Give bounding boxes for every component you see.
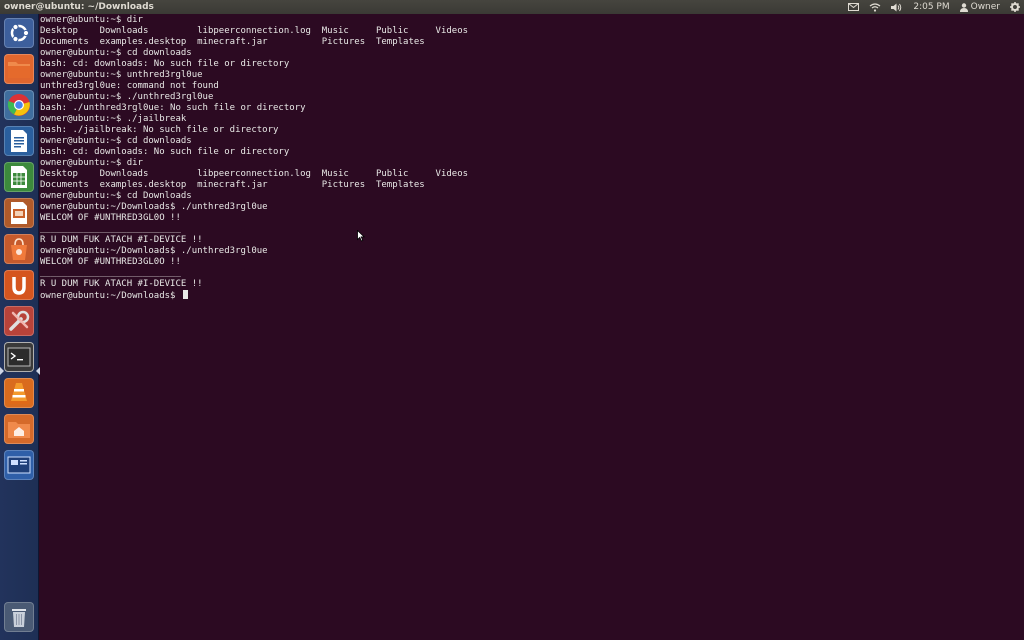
terminal-line: Documents examples.desktop minecraft.jar… — [40, 180, 425, 190]
launcher-terminal[interactable] — [4, 342, 34, 372]
shopping-bag-icon — [11, 238, 27, 260]
launcher-workspace-switcher[interactable] — [4, 450, 34, 480]
terminal-line: __________________________ — [40, 224, 181, 234]
terminal-line: owner@ubuntu:~$ cd downloads — [40, 136, 192, 146]
impress-icon — [11, 202, 27, 224]
launcher-software-center[interactable] — [4, 234, 34, 264]
indicator-area: 2:05 PM Owner — [838, 0, 1020, 14]
mail-icon[interactable] — [848, 0, 860, 14]
home-folder-icon — [8, 422, 30, 438]
terminal-line: Desktop Downloads libpeerconnection.log … — [40, 169, 469, 179]
terminal-line: unthred3rgl0ue: command not found — [40, 81, 219, 91]
ubuntu-logo-icon — [10, 23, 30, 43]
launcher-trash[interactable] — [4, 602, 34, 632]
user-menu[interactable]: Owner — [959, 0, 1000, 14]
folder-icon — [8, 62, 30, 78]
gear-icon[interactable] — [1010, 0, 1020, 14]
launcher-dash-home[interactable] — [4, 18, 34, 48]
wifi-icon[interactable] — [869, 0, 881, 14]
launcher — [0, 14, 40, 640]
text-cursor — [182, 290, 188, 299]
terminal-line: owner@ubuntu:~/Downloads$ ./unthred3rgl0… — [40, 246, 268, 256]
mouse-pointer-icon — [357, 230, 365, 242]
user-name: Owner — [970, 2, 1000, 12]
launcher-libreoffice-impress[interactable] — [4, 198, 34, 228]
terminal-line: WELCOM OF #UNTHRED3GL0O !! — [40, 257, 181, 267]
launcher-system-settings[interactable] — [4, 306, 34, 336]
launcher-chromium[interactable] — [4, 90, 34, 120]
terminal-line: R U DUM FUK ATACH #I-DEVICE !! — [40, 279, 203, 289]
launcher-files[interactable] — [4, 54, 34, 84]
terminal-icon — [7, 347, 31, 367]
terminal-line: owner@ubuntu:~$ cd downloads — [40, 48, 192, 58]
terminal-line: owner@ubuntu:~/Downloads$ — [40, 290, 1020, 301]
workspace-icon — [7, 456, 31, 474]
launcher-home-folder[interactable] — [4, 414, 34, 444]
terminal-line: owner@ubuntu:~/Downloads$ ./unthred3rgl0… — [40, 202, 268, 212]
launcher-ubuntu-one[interactable] — [4, 270, 34, 300]
launcher-libreoffice-calc[interactable] — [4, 162, 34, 192]
terminal-line: Desktop Downloads libpeerconnection.log … — [40, 26, 469, 36]
terminal-line: owner@ubuntu:~$ dir — [40, 15, 143, 25]
clock[interactable]: 2:05 PM — [913, 0, 949, 14]
launcher-vlc[interactable] — [4, 378, 34, 408]
terminal-line: owner@ubuntu:~$ ./unthred3rgl0ue — [40, 92, 214, 102]
terminal-line: WELCOM OF #UNTHRED3GL0O !! — [40, 213, 181, 223]
terminal-line: owner@ubuntu:~$ dir — [40, 158, 143, 168]
running-indicator — [0, 367, 4, 375]
settings-icon — [9, 310, 30, 331]
trash-icon — [12, 609, 26, 627]
terminal-output: owner@ubuntu:~$ dir Desktop Downloads lib… — [40, 15, 1020, 301]
vlc-cone-icon — [9, 383, 29, 404]
terminal-line: bash: cd: downloads: No such file or dir… — [40, 147, 290, 157]
terminal-line: bash: cd: downloads: No such file or dir… — [40, 59, 290, 69]
terminal-line: owner@ubuntu:~$ ./jailbreak — [40, 114, 187, 124]
ubuntu-one-icon — [12, 277, 26, 295]
terminal-line: __________________________ — [40, 268, 181, 278]
terminal-line: owner@ubuntu:~$ unthred3rgl0ue — [40, 70, 203, 80]
clock-text: 2:05 PM — [913, 2, 950, 12]
terminal-line: bash: ./jailbreak: No such file or direc… — [40, 125, 279, 135]
terminal-line: owner@ubuntu:~$ cd Downloads — [40, 191, 192, 201]
calc-icon — [11, 166, 27, 188]
terminal-line: bash: ./unthred3rgl0ue: No such file or … — [40, 103, 306, 113]
launcher-libreoffice-writer[interactable] — [4, 126, 34, 156]
writer-icon — [11, 130, 27, 152]
user-icon — [959, 2, 968, 12]
volume-icon[interactable] — [891, 0, 903, 14]
terminal-window[interactable]: owner@ubuntu:~$ dir Desktop Downloads lib… — [40, 14, 1024, 640]
terminal-line: Documents examples.desktop minecraft.jar… — [40, 37, 425, 47]
terminal-line: R U DUM FUK ATACH #I-DEVICE !! — [40, 235, 203, 245]
chrome-icon — [7, 94, 30, 116]
window-title: owner@ubuntu: ~/Downloads — [4, 2, 154, 12]
top-panel: owner@ubuntu: ~/Downloads 2:05 PM Owner — [0, 0, 1024, 14]
